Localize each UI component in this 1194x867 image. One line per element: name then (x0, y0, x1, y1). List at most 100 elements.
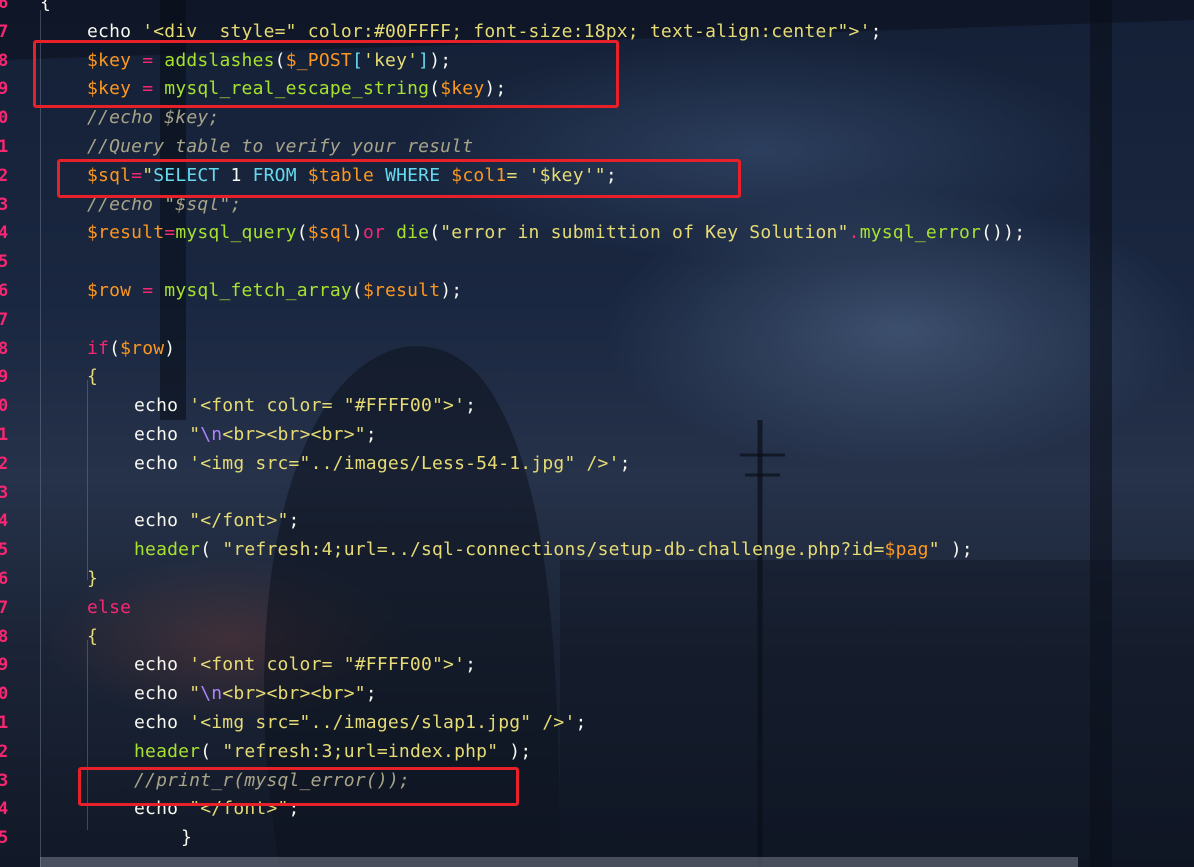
code-token: ; (575, 712, 587, 733)
code-token: ()); (981, 222, 1026, 244)
code-line: echo '<img src="../images/slap1.jpg" />'… (134, 709, 587, 738)
code-token: ); (498, 740, 532, 762)
code-line: { (40, 0, 51, 18)
line-number: 6 (0, 0, 9, 13)
code-token: echo (134, 395, 190, 417)
line-number: 5 (0, 828, 9, 849)
code-line: echo "\n<br><br><br>"; (134, 421, 377, 450)
code-token: ( (109, 337, 121, 359)
code-token: = (131, 280, 165, 301)
code-line: //echo $key; (87, 104, 219, 133)
line-number: 3 (0, 194, 9, 215)
code-token: '<img src="../images/Less-54-1.jpg" />' (189, 452, 620, 474)
code-token: ) (351, 222, 363, 244)
code-token: $result (362, 280, 441, 301)
code-line: echo '<font color= "#FFFF00">'; (134, 392, 476, 421)
line-number: 4 (0, 799, 9, 820)
code-token: " (928, 539, 940, 561)
code-token: <br><br><br>" (222, 424, 366, 445)
code-token: \n (200, 424, 223, 445)
horizontal-scrollbar[interactable] (40, 857, 1078, 867)
code-token: { (40, 0, 52, 13)
code-token: } (87, 568, 99, 589)
code-token: $row (120, 337, 165, 359)
code-token: ); (939, 539, 973, 561)
code-token: \n (200, 683, 223, 705)
code-token: echo (134, 424, 190, 445)
code-token: '<font color= "#FFFF00">' (189, 654, 466, 676)
code-token: $pag (884, 539, 929, 561)
code-token: ; (365, 683, 377, 705)
line-number: 8 (0, 626, 9, 647)
code-token: { (87, 625, 99, 647)
code-token: = (164, 222, 176, 244)
code-token: '<font color= "#FFFF00">' (189, 395, 466, 417)
code-token: "error in submittion of Key Solution" (440, 222, 849, 244)
line-number: 2 (0, 453, 9, 474)
line-number: 8 (0, 338, 9, 359)
code-token: mysql_query (175, 222, 297, 244)
code-line: echo '<font color= "#FFFF00">'; (134, 651, 476, 680)
code-line: header( "refresh:3;url=index.php" ); (134, 738, 531, 767)
line-number: 5 (0, 252, 9, 273)
line-number: 0 (0, 108, 9, 129)
code-line: echo "</font>"; (134, 507, 300, 536)
code-token: else (87, 596, 132, 618)
line-number: 9 (0, 79, 9, 100)
code-token: ; (465, 654, 477, 676)
code-token: header (134, 539, 201, 561)
code-token: //Query table to verify your result (87, 136, 474, 157)
code-token: ; (288, 510, 300, 532)
code-token: $sql (307, 222, 352, 244)
code-token: '<div style=" color:#00FFFF; font-size:1… (142, 20, 871, 42)
code-token: ); (440, 280, 463, 301)
code-line: else (87, 594, 131, 623)
code-token: echo (134, 654, 190, 676)
code-token: ( (296, 222, 308, 244)
code-token: or (362, 222, 397, 244)
code-token: if (87, 337, 110, 359)
line-number: 1 (0, 137, 9, 157)
code-token: <br><br><br>" (222, 683, 366, 705)
code-token: . (848, 222, 860, 244)
code-token: ( (429, 222, 441, 244)
code-token: } (181, 827, 193, 849)
code-line: echo "\n<br><br><br>"; (134, 680, 377, 709)
line-number: 5 (0, 540, 9, 561)
line-number: 3 (0, 770, 9, 791)
line-number: 0 (0, 684, 9, 705)
code-token: " (189, 424, 201, 445)
code-token: echo (134, 683, 190, 705)
line-number: 6 (0, 281, 9, 301)
code-token: header (134, 740, 201, 762)
code-line: header( "refresh:4;url=../sql-connection… (134, 536, 973, 565)
code-line: if($row) (87, 335, 175, 364)
line-number: 7 (0, 21, 9, 42)
code-token: $row (87, 280, 132, 301)
code-token: ; (619, 452, 631, 474)
highlight-box-key-escaping (33, 40, 619, 108)
code-token: "refresh:3;url=index.php" (222, 740, 499, 762)
code-token: ; (465, 395, 477, 417)
code-line: { (87, 623, 98, 652)
code-token: //echo $key; (87, 107, 220, 129)
line-number: 9 (0, 655, 9, 676)
code-token: " (189, 683, 201, 705)
code-token: ; (870, 20, 882, 42)
line-number: 1 (0, 425, 9, 445)
line-number: 6 (0, 569, 9, 589)
code-token: ) (164, 337, 176, 359)
code-token: '<img src="../images/slap1.jpg" />' (189, 712, 576, 733)
code-token: "refresh:4;url=../sql-connections/setup-… (222, 539, 885, 561)
code-line: $result=mysql_query($sql)or die("error i… (87, 219, 1025, 248)
code-line: $row = mysql_fetch_array($result); (87, 277, 462, 306)
code-token: { (87, 366, 99, 388)
line-number: 4 (0, 223, 9, 244)
code-line: echo '<img src="../images/Less-54-1.jpg"… (134, 450, 631, 479)
code-line: } (87, 565, 98, 594)
line-number: 7 (0, 309, 9, 330)
line-number: 4 (0, 511, 9, 532)
code-token: ( (200, 740, 223, 762)
code-line: } (181, 824, 192, 853)
highlight-box-commented-error (78, 767, 519, 806)
